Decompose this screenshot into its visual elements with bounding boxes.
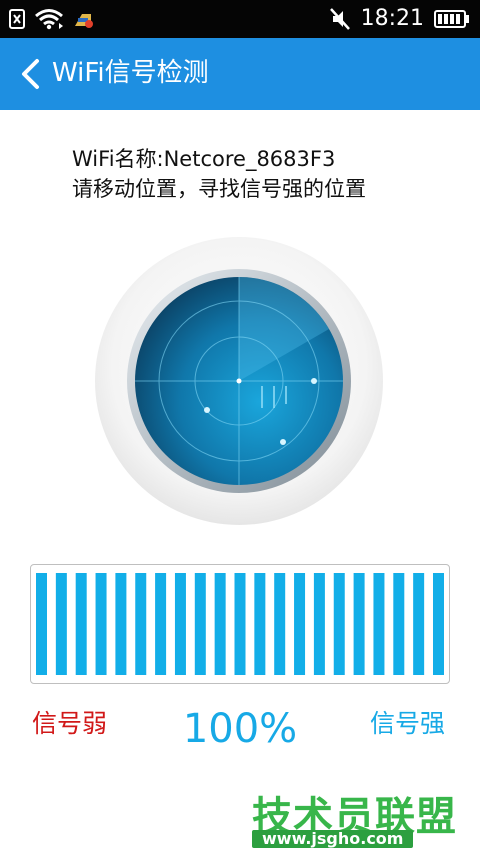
radar-center-dot <box>236 378 242 384</box>
radar-graphic <box>95 237 383 525</box>
radar-dot <box>204 407 210 413</box>
app-notification-icon <box>75 14 93 28</box>
signal-bar <box>274 573 286 675</box>
signal-bar <box>313 573 325 675</box>
strong-signal-label: 信号强 <box>370 709 446 738</box>
app-bar: WiFi信号检测 <box>0 38 480 110</box>
wifi-name-label: WiFi名称:Netcore_8683F3 <box>72 147 336 171</box>
signal-bar <box>294 573 306 675</box>
signal-bar <box>55 573 67 675</box>
notification-x-icon <box>9 9 25 29</box>
signal-bar <box>194 573 206 675</box>
signal-bar <box>174 573 186 675</box>
page-title: WiFi信号检测 <box>52 58 209 88</box>
signal-bar <box>413 573 425 675</box>
wifi-info: WiFi名称:Netcore_8683F3 请移动位置，寻找信号强的位置 <box>72 144 366 204</box>
battery-icon <box>434 10 469 28</box>
status-bar: 18:21 <box>0 0 480 38</box>
signal-bar <box>135 573 147 675</box>
signal-bar <box>433 573 444 675</box>
signal-bar <box>254 573 266 675</box>
signal-bar <box>234 573 246 675</box>
wifi-icon <box>35 9 63 30</box>
status-time: 18:21 <box>360 6 424 31</box>
signal-meter <box>30 564 450 684</box>
radar-dot <box>311 378 317 384</box>
watermark: 技术员联盟 www.jsgho.com <box>252 784 478 850</box>
signal-bar <box>214 573 226 675</box>
signal-bar <box>75 573 87 675</box>
signal-bar <box>373 573 385 675</box>
watermark-url: www.jsgho.com <box>252 830 414 848</box>
signal-bar <box>333 573 345 675</box>
hint-text: 请移动位置，寻找信号强的位置 <box>72 177 366 201</box>
status-left-icons <box>8 8 94 30</box>
signal-bar <box>393 573 405 675</box>
signal-bar <box>353 573 365 675</box>
signal-bar <box>95 573 107 675</box>
status-right-icons: 18:21 <box>329 6 470 32</box>
signal-bars <box>36 573 444 675</box>
signal-bar <box>115 573 127 675</box>
radar-dot <box>280 439 286 445</box>
mute-icon <box>329 8 350 30</box>
signal-bar <box>155 573 167 675</box>
signal-bar <box>36 573 47 675</box>
chevron-left-icon[interactable] <box>16 58 46 90</box>
